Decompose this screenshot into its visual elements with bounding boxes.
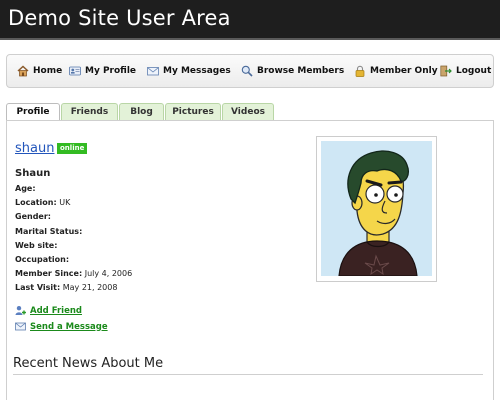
field-last-visit: Last Visit: May 21, 2008 xyxy=(15,283,118,293)
nav-my-profile-label: My Profile xyxy=(85,66,137,76)
field-member-since: Member Since: July 4, 2006 xyxy=(15,269,133,279)
tab-videos[interactable]: Videos xyxy=(222,103,274,121)
nav-home[interactable]: Home xyxy=(17,55,62,87)
nav-member-only[interactable]: Member Only xyxy=(354,55,438,87)
send-message-label: Send a Message xyxy=(30,321,108,332)
section-divider xyxy=(13,374,483,375)
nav-browse-members-label: Browse Members xyxy=(257,66,345,76)
envelope-icon xyxy=(15,322,26,331)
field-gender: Gender: xyxy=(15,212,51,222)
nav-logout[interactable]: Logout xyxy=(440,55,491,87)
display-name: Shaun xyxy=(15,168,51,179)
add-friend-link[interactable]: Add Friend xyxy=(15,305,82,316)
field-marital-status: Marital Status: xyxy=(15,226,83,236)
home-icon xyxy=(17,65,29,77)
nav-browse-members[interactable]: Browse Members xyxy=(241,55,344,87)
avatar-cartoon-image xyxy=(321,141,432,276)
field-occupation: Occupation: xyxy=(15,254,70,264)
send-message-link[interactable]: Send a Message xyxy=(15,321,108,332)
main-nav: Home My Profile My Messages Browse Membe… xyxy=(6,54,494,88)
nav-logout-label: Logout xyxy=(456,66,492,76)
lock-icon xyxy=(355,65,365,77)
nav-my-messages-label: My Messages xyxy=(163,66,231,76)
online-status-badge: online xyxy=(57,143,88,154)
recent-news-heading: Recent News About Me xyxy=(13,356,164,371)
envelope-icon xyxy=(147,67,159,76)
site-header: Demo Site User Area xyxy=(0,0,500,40)
tab-blog[interactable]: Blog xyxy=(119,103,164,121)
nav-member-only-label: Member Only xyxy=(370,66,438,76)
nav-home-label: Home xyxy=(33,66,63,76)
profile-card-icon xyxy=(69,66,81,76)
nav-my-profile[interactable]: My Profile xyxy=(69,55,136,87)
avatar-frame xyxy=(316,136,437,282)
site-title: Demo Site User Area xyxy=(8,6,231,30)
tab-friends[interactable]: Friends xyxy=(61,103,118,121)
nav-my-messages[interactable]: My Messages xyxy=(147,55,231,87)
field-age: Age: xyxy=(15,184,36,193)
field-web-site: Web site: xyxy=(15,240,58,250)
magnifier-icon xyxy=(241,65,253,77)
avatar[interactable] xyxy=(321,141,432,276)
profile-fields: Age: Location: UK Gender: Marital Status… xyxy=(15,184,132,298)
field-location: Location: UK xyxy=(15,198,71,208)
username-link[interactable]: shaun xyxy=(15,141,54,156)
tab-pictures[interactable]: Pictures xyxy=(165,103,221,121)
add-friend-label: Add Friend xyxy=(30,305,82,316)
logout-icon xyxy=(440,65,452,77)
add-user-icon xyxy=(15,306,26,315)
